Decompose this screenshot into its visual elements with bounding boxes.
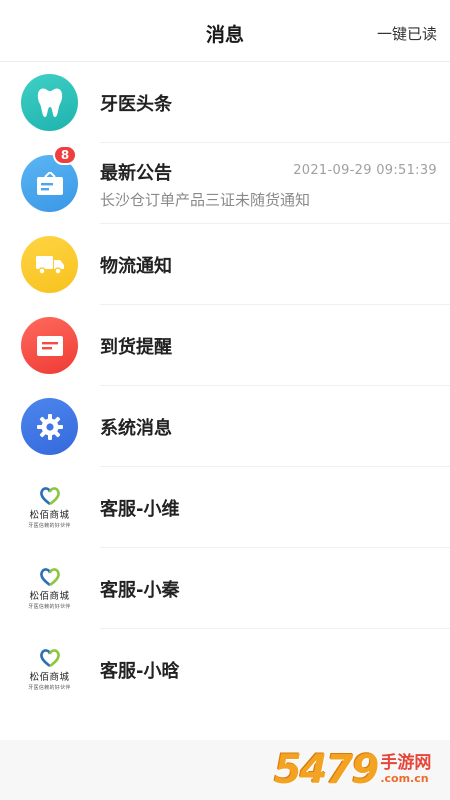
message-item-service-xiaohan[interactable]: 松佰商城 牙医信赖的好伙伴 客服-小晗: [0, 629, 450, 710]
message-item-service-xiaoqin[interactable]: 松佰商城 牙医信赖的好伙伴 客服-小秦: [0, 548, 450, 629]
store-logo-icon: 松佰商城 牙医信赖的好伙伴: [21, 560, 78, 617]
store-logo-tagline: 牙医信赖的好伙伴: [28, 522, 71, 529]
message-item-service-xiaowei[interactable]: 松佰商城 牙医信赖的好伙伴 客服-小维: [0, 467, 450, 548]
message-title: 最新公告: [100, 163, 172, 184]
store-logo-tagline: 牙医信赖的好伙伴: [28, 684, 71, 691]
store-logo-tagline: 牙医信赖的好伙伴: [28, 603, 71, 610]
watermark-number: 5479: [274, 747, 379, 793]
arrival-card-icon: [21, 317, 78, 374]
message-item-system[interactable]: 系统消息: [0, 386, 450, 467]
gear-icon: [21, 398, 78, 455]
message-item-latest-announcement[interactable]: 8 最新公告 2021-09-29 09:51:39 长沙仓订单产品三证未随货通…: [0, 143, 450, 224]
mark-all-read-button[interactable]: 一键已读: [377, 23, 437, 44]
message-title: 到货提醒: [100, 337, 172, 358]
message-title: 系统消息: [100, 418, 172, 439]
message-title: 客服-小维: [100, 499, 180, 520]
store-logo-text: 松佰商城: [29, 590, 70, 602]
watermark-domain: .com.cn: [380, 772, 429, 786]
message-list: 牙医头条 8 最新公告 2021-09-29 09:51:39 长沙仓订单产品三…: [0, 62, 450, 710]
message-time: 2021-09-29 09:51:39: [293, 163, 437, 178]
watermark-name: 手游网: [380, 753, 432, 774]
message-item-dentist-headlines[interactable]: 牙医头条: [0, 62, 450, 143]
messages-screen: 消息 一键已读 牙医头条 8 最新公告 2021-09-29 09:51:39 …: [0, 0, 450, 800]
watermark-text: 手游网 .com.cn: [380, 753, 432, 786]
message-title: 物流通知: [100, 256, 172, 277]
store-logo-text: 松佰商城: [29, 671, 70, 683]
site-watermark: 5479 手游网 .com.cn: [274, 742, 444, 798]
store-logo-text: 松佰商城: [29, 509, 70, 521]
message-title: 客服-小秦: [100, 580, 180, 601]
message-title: 客服-小晗: [100, 661, 180, 682]
truck-icon: [21, 236, 78, 293]
store-logo-icon: 松佰商城 牙医信赖的好伙伴: [21, 641, 78, 698]
top-bar: 消息 一键已读: [0, 0, 450, 62]
message-preview: 长沙仓订单产品三证未随货通知: [100, 191, 311, 209]
message-item-arrival-reminder[interactable]: 到货提醒: [0, 305, 450, 386]
message-item-logistics[interactable]: 物流通知: [0, 224, 450, 305]
message-title: 牙医头条: [100, 94, 172, 115]
tooth-icon: [21, 74, 78, 131]
store-logo-icon: 松佰商城 牙医信赖的好伙伴: [21, 479, 78, 536]
unread-badge: 8: [53, 145, 77, 165]
